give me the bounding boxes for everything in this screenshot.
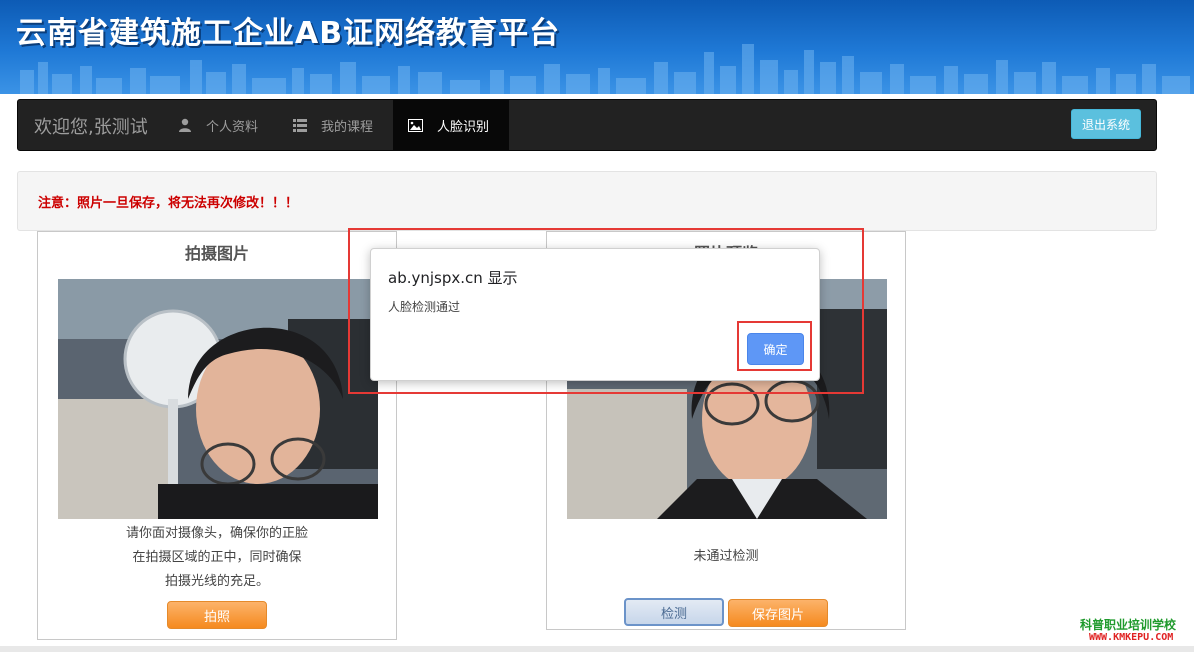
watermark-name: 科普职业培训学校 (1080, 618, 1177, 632)
user-icon (178, 118, 192, 132)
nav-item-label: 人脸识别 (437, 119, 490, 135)
top-navbar: 欢迎您,张测试 个人资料 我的课程 人脸识别 退出系统 (17, 99, 1157, 151)
bottom-scrollbar-area (0, 646, 1194, 652)
capture-panel: 拍摄图片 请你面对摄像头，确保你的正脸 在拍摄区域的正中，同时确保 拍摄光线的充… (37, 231, 397, 640)
instruction-line: 拍摄光线的充足。 (164, 574, 269, 589)
save-photo-button[interactable]: 保存图片 (728, 599, 828, 627)
welcome-text: 欢迎您,张测试 (34, 117, 148, 138)
list-icon (293, 118, 307, 132)
nav-item-face-recognition[interactable]: 人脸识别 (393, 100, 509, 150)
image-icon (408, 118, 423, 132)
watermark-url: WWW.KMKEPU.COM (1089, 632, 1174, 643)
capture-instructions: 请你面对摄像头，确保你的正脸 在拍摄区域的正中，同时确保 拍摄光线的充足。 (38, 522, 396, 594)
logout-button[interactable]: 退出系统 (1071, 109, 1141, 139)
take-photo-button[interactable]: 拍照 (167, 601, 267, 629)
site-banner: 云南省建筑施工企业AB证网络教育平台 (0, 0, 1194, 94)
nav-item-label: 我的课程 (321, 119, 374, 135)
nav-item-courses[interactable]: 我的课程 (278, 100, 388, 150)
webcam-feed (58, 279, 378, 519)
detection-status: 未通过检测 (693, 549, 759, 564)
notice-text: 注意：照片一旦保存，将无法再次修改！！！ (38, 196, 299, 211)
instruction-line: 请你面对摄像头，确保你的正脸 (125, 526, 308, 541)
instruction-line: 在拍摄区域的正中，同时确保 (132, 550, 302, 565)
ok-button-highlight-box (737, 321, 812, 371)
detect-button[interactable]: 检测 (624, 598, 724, 626)
capture-panel-title: 拍摄图片 (184, 244, 249, 263)
notice-well: 注意：照片一旦保存，将无法再次修改！！！ (17, 171, 1157, 231)
nav-item-label: 个人资料 (206, 119, 259, 135)
city-skyline-graphic (20, 44, 1190, 94)
nav-item-profile[interactable]: 个人资料 (163, 100, 273, 150)
